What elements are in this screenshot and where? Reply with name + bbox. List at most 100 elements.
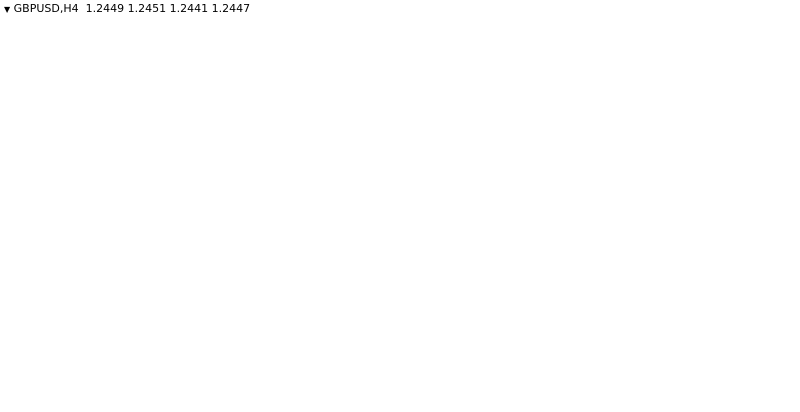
bull-candle [386, 186, 393, 189]
bull-candle [319, 226, 327, 229]
bear-candle [47, 54, 54, 78]
bull-candle [493, 112, 501, 115]
bear-candle [204, 217, 211, 233]
price-tick-label: 1.2430 [762, 170, 797, 181]
time-tick-label: 1 Jun 08:00 [467, 400, 524, 411]
price-tick-label: 1.2485 [762, 135, 797, 146]
bull-candle [427, 202, 435, 218]
bull-candle [5, 18, 13, 53]
bull-candle [146, 177, 153, 187]
chart-title: ▼ GBPUSD,H4 1.2449 1.2451 1.2441 1.2447 [4, 2, 250, 15]
time-tick-label: 10 May 2023 [4, 400, 69, 411]
bull-candle [154, 172, 162, 178]
bear-candle [527, 122, 534, 163]
rsi-tick-label: 0 [762, 384, 768, 395]
bear-candle [568, 189, 575, 209]
bull-candle [212, 212, 220, 233]
time-tick-label: 2 Jun 16:00 [533, 400, 590, 411]
price-tag-label: 1.2550 [762, 93, 797, 104]
bear-candle [138, 183, 145, 186]
price-chart[interactable]: 1.2650 1.2595 1.2540 1.2485 1.2430 1.2375 1.23… [0, 0, 800, 412]
time-tick-label: 7 Jun 08:00 [666, 400, 723, 411]
bear-candle [402, 180, 409, 198]
bear-candle [121, 160, 128, 162]
bear-candle [311, 223, 318, 227]
bear-candle [551, 172, 558, 175]
bear-candle [543, 158, 550, 173]
rsi-tick-label: 70 [762, 300, 775, 311]
bull-candle [55, 74, 63, 77]
bull-candle [344, 217, 352, 224]
bull-candle [658, 167, 666, 180]
bull-candle [22, 50, 29, 53]
price-tick-label: 1.2650 [762, 29, 797, 40]
price-axis: 1.2650 1.2595 1.2540 1.2485 1.2430 1.2375 1.23… [0, 0, 800, 396]
time-axis: 10 May 2023 11 May 16:0023 May 16:0025 Ma… [2, 395, 723, 411]
time-tick-label: 6 Jun 00:00 [599, 400, 656, 411]
rsi-line [0, 302, 705, 366]
bear-candle [452, 169, 459, 173]
bull-candle [476, 107, 484, 141]
bear-candle [187, 212, 194, 220]
bear-candle [609, 162, 616, 181]
bull-candle [576, 170, 584, 209]
bull-candle [625, 176, 633, 194]
bull-candle [683, 170, 691, 173]
bull-candle [71, 119, 79, 122]
support-resistance-zone [0, 219, 237, 232]
bull-candle [270, 211, 278, 229]
bull-candle [692, 161, 699, 172]
support-resistance-zone [0, 94, 129, 101]
bull-candle [261, 222, 269, 236]
ma-slow-line [0, 59, 704, 197]
price-tick-label: 1.2540 [762, 100, 797, 111]
bear-candle [460, 172, 467, 175]
panel-divider [0, 262, 757, 265]
price-tag [758, 156, 800, 171]
bull-candle [642, 172, 650, 181]
bull-candle [328, 218, 335, 229]
rsi-tick-label: 100 [762, 267, 781, 278]
bull-candle [96, 107, 104, 114]
rsi-level-tag [758, 322, 800, 336]
bear-candle [353, 217, 360, 222]
ohlc-readout: 1.2449 1.2451 1.2441 1.2447 [85, 2, 251, 15]
bear-candle [634, 176, 641, 181]
time-tick-label: 29 May 16:00 [335, 400, 404, 411]
bear-candle [179, 192, 186, 213]
bull-candle [592, 171, 600, 174]
price-tick-label: 1.2375 [762, 206, 797, 217]
bear-candle [560, 174, 567, 188]
bull-candle [510, 106, 517, 113]
bear-candle [171, 181, 178, 193]
bull-candle [237, 245, 244, 252]
bull-candle [253, 234, 261, 243]
bull-candle [419, 215, 426, 225]
price-tick-label: 1.2320 [762, 241, 797, 252]
bear-candle [336, 219, 343, 224]
bear-candle [130, 178, 137, 184]
triangle-down-icon[interactable]: ▼ [4, 5, 10, 14]
moving-averages [0, 38, 704, 232]
bear-candle [518, 108, 525, 123]
rsi-level-label: 50.0000 [761, 325, 800, 336]
bull-candle [501, 110, 509, 114]
bear-candle [196, 217, 203, 220]
bull-candle [30, 41, 38, 52]
ma-mid-line [0, 44, 704, 217]
bear-candle [485, 108, 492, 116]
bull-candle [601, 161, 608, 172]
bull-candle [361, 207, 369, 223]
time-tick-label: 31 May 00:00 [401, 400, 470, 411]
symbol-label: GBPUSD,H4 [13, 2, 79, 15]
bull-candle [88, 113, 96, 120]
price-tag-label: 1.2350 [762, 222, 797, 233]
bull-candle [667, 152, 674, 169]
bear-candle [221, 215, 228, 233]
bull-candle [369, 177, 377, 209]
bull-candle [534, 161, 542, 164]
price-tag [758, 90, 800, 105]
bear-candle [651, 174, 658, 179]
bear-candle [105, 108, 112, 125]
bear-candle [39, 41, 46, 53]
